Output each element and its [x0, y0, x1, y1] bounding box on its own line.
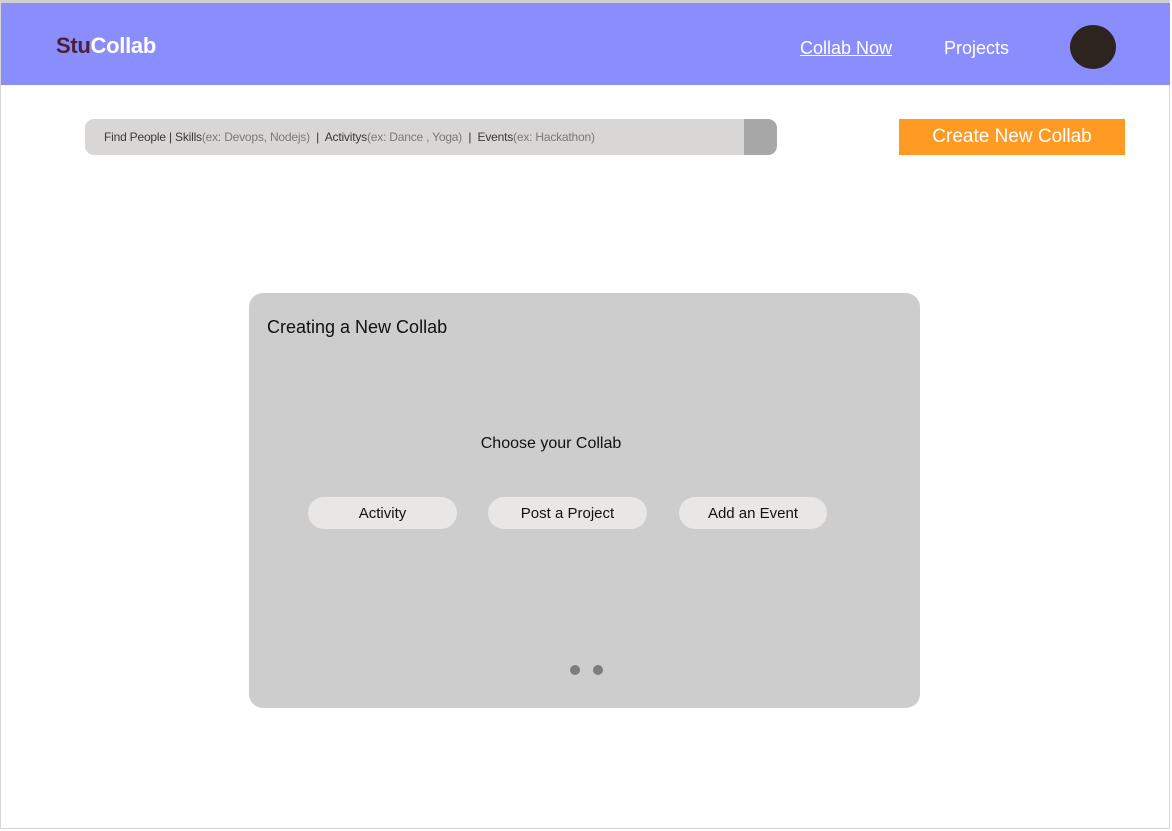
create-collab-modal: Creating a New Collab Choose your Collab…: [249, 293, 920, 708]
search-activitys-hint: (ex: Dance , Yoga): [366, 130, 463, 144]
search-skills-label: Skills: [175, 130, 202, 144]
logo[interactable]: StuCollab: [56, 33, 156, 59]
activity-button[interactable]: Activity: [308, 497, 457, 529]
avatar[interactable]: [1070, 25, 1116, 69]
search-skills-hint: (ex: Devops, Nodejs): [201, 130, 310, 144]
search-activitys-label: Activitys: [324, 130, 367, 144]
search-events-hint: (ex: Hackathon): [513, 130, 595, 144]
logo-part-collab: Collab: [90, 33, 157, 58]
create-new-collab-button[interactable]: Create New Collab: [899, 119, 1125, 155]
logo-part-stu: Stu: [56, 33, 91, 58]
search-placeholder: Find People | Skills(ex: Devops, Nodejs)…: [104, 130, 595, 144]
modal-title: Creating a New Collab: [267, 317, 448, 337]
search-events-label: Events: [477, 130, 514, 144]
post-project-button[interactable]: Post a Project: [488, 497, 647, 529]
search-bar[interactable]: Find People | Skills(ex: Devops, Nodejs)…: [85, 119, 777, 155]
nav-projects[interactable]: Projects: [944, 38, 1009, 59]
pager-dot-1[interactable]: [570, 665, 580, 675]
nav-collab-now[interactable]: Collab Now: [800, 38, 892, 59]
search-button[interactable]: [744, 119, 777, 155]
search-find-people: Find People: [104, 130, 166, 144]
top-navbar: StuCollab Collab Now Projects: [1, 3, 1170, 85]
modal-subtitle: Choose your Collab: [480, 435, 622, 452]
add-event-button[interactable]: Add an Event: [679, 497, 827, 529]
pager-dot-2[interactable]: [593, 665, 603, 675]
